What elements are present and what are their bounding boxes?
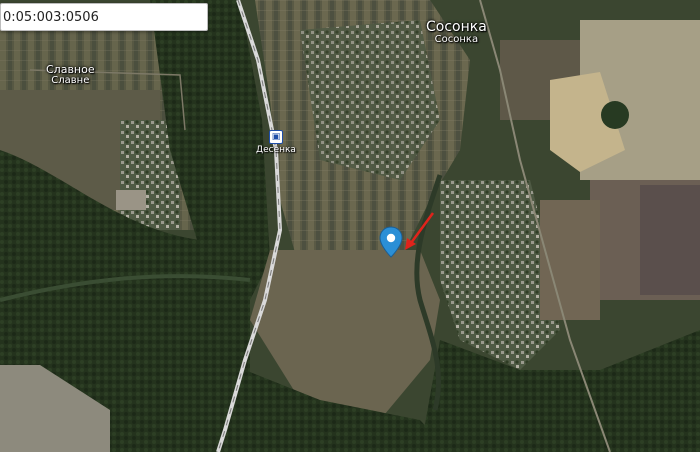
place-name-uk: Славне (51, 74, 90, 86)
place-name-uk: Сосонка (434, 33, 479, 45)
station-name: Десенка (256, 145, 296, 155)
place-label-sosonka: Сосонка Сосонка (426, 20, 487, 45)
place-label-slavnoe: Славное Славне (46, 64, 95, 86)
cadastral-search-box[interactable] (0, 3, 208, 31)
satellite-map[interactable] (0, 0, 700, 452)
railway-station-icon: ▣ (269, 130, 283, 144)
station-desenka[interactable]: ▣ Десенка (256, 124, 296, 155)
map-pin-icon[interactable] (379, 226, 403, 258)
place-name-ru: Сосонка (426, 19, 487, 35)
cadastral-search-input[interactable] (1, 4, 203, 30)
place-name-ru: Славное (46, 63, 95, 76)
